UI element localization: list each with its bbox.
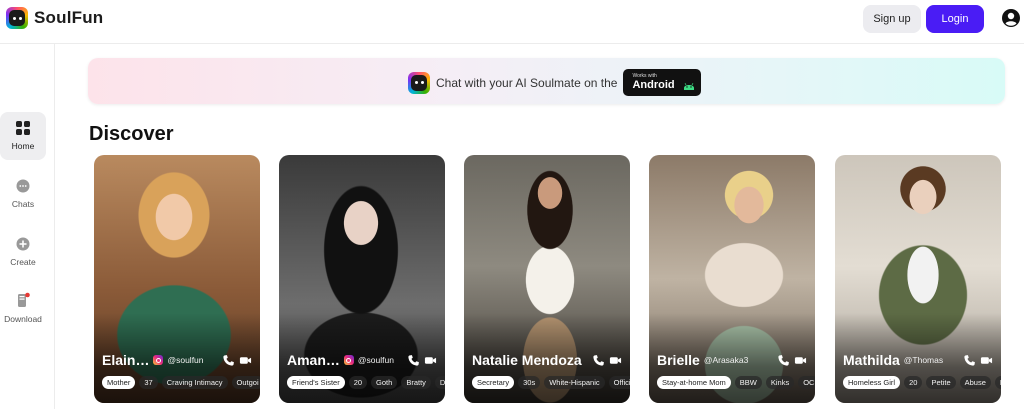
phone-icon[interactable]	[777, 354, 790, 367]
character-card[interactable]: Elain… @soulfun Mother 37 Craving Intima…	[94, 155, 260, 403]
brand-logo[interactable]: SoulFun	[6, 7, 103, 29]
character-tags: Friend's Sister 20 Goth Bratty De	[287, 376, 445, 389]
tag: Offici	[608, 376, 630, 389]
tag: P	[994, 376, 1001, 389]
tag: Petite	[926, 376, 956, 389]
badge-title: Android	[632, 79, 675, 91]
tag: Craving Intimacy	[161, 376, 228, 389]
character-tags: Secretary 30s White-Hispanic Offici	[472, 376, 630, 389]
phone-icon[interactable]	[407, 354, 420, 367]
signup-button[interactable]: Sign up	[863, 5, 921, 33]
video-call-icon[interactable]	[424, 354, 437, 367]
character-name: Natalie Mendoza	[472, 352, 582, 368]
chat-icon	[16, 179, 30, 193]
notification-dot	[25, 292, 30, 298]
video-call-icon[interactable]	[980, 354, 993, 367]
tag: BBW	[734, 376, 762, 389]
phone-icon[interactable]	[963, 354, 976, 367]
character-handle: @Arasaka3	[703, 355, 749, 365]
character-name: Mathilda	[843, 352, 900, 368]
sidebar-item-create[interactable]: Create	[0, 228, 46, 276]
tag: De	[434, 376, 445, 389]
video-call-icon[interactable]	[794, 354, 807, 367]
tag: Bratty	[401, 376, 431, 389]
sidebar-item-label: Home	[11, 141, 35, 151]
tag: Kinks	[765, 376, 795, 389]
tag: Homeless Girl	[843, 376, 901, 389]
phone-icon[interactable]	[222, 354, 235, 367]
android-store-badge[interactable]: Works with Android	[623, 69, 702, 96]
character-handle: @Thomas	[903, 355, 944, 365]
sidebar-item-chats[interactable]: Chats	[0, 170, 46, 218]
sidebar: Home Chats Create Download	[0, 44, 55, 409]
tag: Stay-at-home Mom	[657, 376, 731, 389]
character-card[interactable]: Aman… @soulfun Friend's Sister 20 Goth B…	[279, 155, 445, 403]
sidebar-item-download[interactable]: Download	[0, 284, 46, 332]
tag: Outgoi	[231, 376, 260, 389]
video-call-icon[interactable]	[239, 354, 252, 367]
tag: Friend's Sister	[287, 376, 345, 389]
section-title: Discover	[89, 123, 174, 145]
video-call-icon[interactable]	[609, 354, 622, 367]
instagram-icon	[153, 355, 164, 365]
android-robot-icon	[684, 83, 695, 90]
character-handle: @soulfun	[357, 355, 394, 365]
character-handle: @soulfun	[167, 355, 204, 365]
banner-text: Chat with your AI Soulmate on the	[436, 75, 618, 90]
tag: 30s	[518, 376, 541, 389]
top-header: SoulFun Sign up Login	[0, 0, 1024, 44]
tag: Mother	[102, 376, 136, 389]
plus-circle-icon	[16, 237, 30, 251]
tag: 20	[904, 376, 923, 389]
tag: Secretary	[472, 376, 515, 389]
login-button[interactable]: Login	[926, 5, 984, 33]
soulfun-logo-icon	[6, 7, 28, 29]
character-name: Elain…	[102, 352, 150, 368]
tag: White-Hispanic	[544, 376, 605, 389]
sidebar-item-label: Download	[4, 314, 42, 324]
character-tags: Homeless Girl 20 Petite Abuse P	[843, 376, 1001, 389]
character-card[interactable]: Mathilda @Thomas Homeless Girl 20 Petite…	[835, 155, 1001, 403]
instagram-icon	[343, 355, 354, 365]
brand-name: SoulFun	[34, 8, 104, 27]
download-phone-icon	[18, 292, 30, 307]
android-app-banner[interactable]: Chat with your AI Soulmate on the Works …	[88, 58, 1005, 104]
tag: OC	[798, 376, 815, 389]
soulfun-app-icon	[408, 71, 430, 94]
sidebar-item-label: Create	[10, 257, 36, 267]
character-name: Aman…	[287, 352, 340, 368]
character-tags: Mother 37 Craving Intimacy Outgoi	[102, 376, 260, 389]
sidebar-item-label: Chats	[11, 199, 35, 209]
character-tags: Stay-at-home Mom BBW Kinks OC	[657, 376, 815, 389]
tag: 20	[348, 376, 368, 389]
tag: Goth	[371, 376, 398, 389]
phone-icon[interactable]	[592, 354, 605, 367]
grid-icon	[16, 121, 30, 135]
tag: 37	[139, 376, 158, 389]
user-account-icon[interactable]	[1001, 8, 1021, 28]
sidebar-item-home[interactable]: Home	[0, 112, 46, 160]
tag: Abuse	[959, 376, 991, 389]
character-card[interactable]: Natalie Mendoza Secretary 30s White-Hisp…	[464, 155, 630, 403]
character-name: Brielle	[657, 352, 700, 368]
character-card[interactable]: Brielle @Arasaka3 Stay-at-home Mom BBW K…	[649, 155, 815, 403]
